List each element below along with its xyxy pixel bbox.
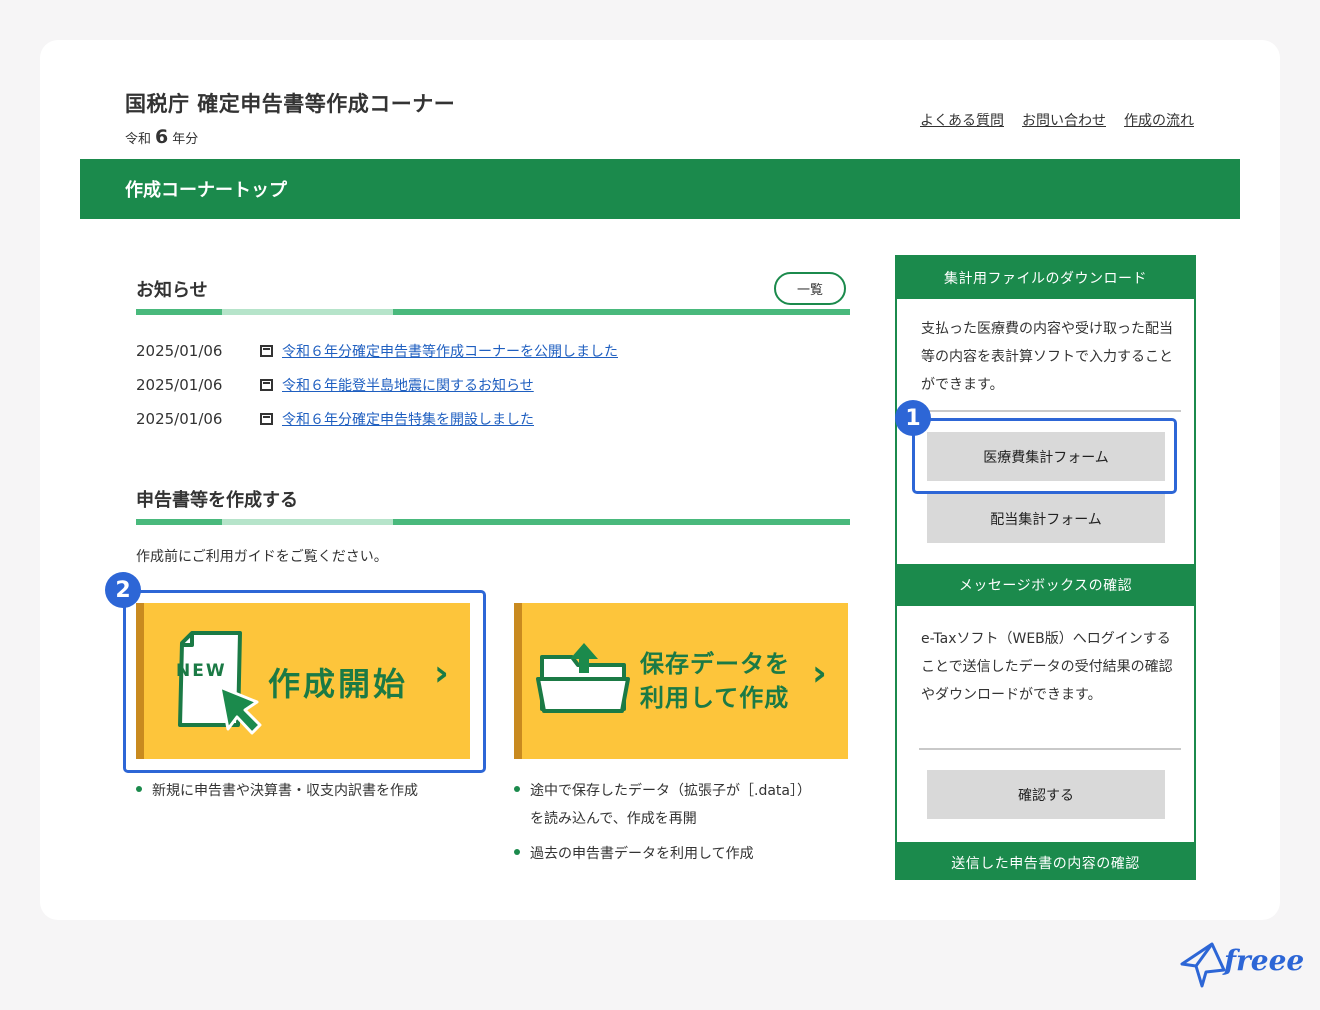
sidebar-divider	[919, 748, 1181, 750]
site-title: 国税庁 確定申告書等作成コーナー	[125, 92, 456, 116]
highlight-box-1	[912, 418, 1177, 494]
sidebar-divider	[919, 410, 1181, 412]
sent-returns-header[interactable]: 送信した申告書の内容の確認	[897, 842, 1194, 878]
save-note-text: 途中で保存したデータ（拡張子が［.data］）	[530, 783, 811, 799]
create-title: 申告書等を作成する	[136, 490, 298, 511]
bullet-icon	[514, 849, 520, 855]
download-description: 支払った医療費の内容や受け取った配当等の内容を表計算ソフトで入力することができま…	[921, 321, 1173, 393]
window-icon	[260, 345, 273, 357]
tax-year-era: 令和	[125, 132, 152, 147]
guide-text: 作成前にご利用ガイドをご覧ください。	[136, 549, 388, 565]
window-icon	[260, 413, 273, 425]
highlight-box-2	[123, 590, 486, 773]
freee-wordmark: freee	[1224, 944, 1305, 977]
step-badge-1: 1	[895, 400, 931, 436]
flow-link[interactable]: 作成の流れ	[1124, 110, 1194, 130]
use-saved-data-label-line: 利用して作成	[640, 684, 790, 712]
news-item: 2025/01/06 令和６年能登半島地震に関するお知らせ	[136, 368, 618, 402]
news-date: 2025/01/06	[136, 410, 223, 428]
news-date: 2025/01/06	[136, 342, 223, 360]
save-note-continued: を読み込んで、作成を再開	[530, 808, 697, 828]
save-note: 途中で保存したデータ（拡張子が［.data］）	[514, 780, 811, 800]
create-divider	[136, 519, 850, 525]
tax-year: 令和 6 年分	[125, 126, 198, 148]
contact-link[interactable]: お問い合わせ	[1022, 110, 1106, 130]
news-date: 2025/01/06	[136, 376, 223, 394]
download-header: 集計用ファイルのダウンロード	[897, 257, 1194, 299]
bullet-icon	[514, 786, 520, 792]
save-note-text: 過去の申告書データを利用して作成	[530, 846, 754, 862]
sidebar: 集計用ファイルのダウンロード 支払った医療費の内容や受け取った配当等の内容を表計…	[895, 255, 1196, 880]
news-link[interactable]: 令和６年分確定申告特集を開設しました	[282, 409, 534, 429]
paper-plane-icon	[1180, 942, 1226, 988]
use-saved-data-label-line: 保存データを	[640, 650, 790, 678]
use-saved-data-button[interactable]: 保存データを 利用して作成 ›	[514, 603, 848, 759]
save-note: 過去の申告書データを利用して作成	[514, 843, 754, 863]
step-badge-2: 2	[105, 572, 141, 608]
chevron-right-icon: ›	[812, 653, 827, 694]
news-item: 2025/01/06 令和６年分確定申告特集を開設しました	[136, 402, 618, 436]
faq-link[interactable]: よくある質問	[920, 110, 1004, 130]
new-note: 新規に申告書や決算書・収支内訳書を作成	[136, 780, 418, 800]
new-note-text: 新規に申告書や決算書・収支内訳書を作成	[152, 783, 418, 799]
bullet-icon	[136, 786, 142, 792]
window-icon	[260, 379, 273, 391]
news-list-button[interactable]: 一覧	[774, 272, 846, 305]
news-list: 2025/01/06 令和６年分確定申告書等作成コーナーを公開しました 2025…	[136, 334, 618, 436]
news-divider	[136, 309, 850, 315]
news-link[interactable]: 令和６年能登半島地震に関するお知らせ	[282, 375, 534, 395]
main-card: 国税庁 確定申告書等作成コーナー 令和 6 年分 よくある質問 お問い合わせ 作成の…	[40, 40, 1280, 920]
news-link[interactable]: 令和６年分確定申告書等作成コーナーを公開しました	[282, 341, 618, 361]
nav-bar: 作成コーナートップ	[80, 159, 1240, 219]
tax-year-number: 6	[155, 126, 169, 148]
message-box-header: メッセージボックスの確認	[897, 564, 1194, 606]
freee-logo: freee	[1180, 940, 1304, 990]
header-links: よくある質問 お問い合わせ 作成の流れ	[920, 110, 1194, 130]
news-title: お知らせ	[136, 280, 208, 301]
use-saved-data-label: 保存データを 利用して作成	[640, 647, 790, 715]
confirm-button[interactable]: 確認する	[927, 770, 1165, 819]
nav-top-link[interactable]: 作成コーナートップ	[125, 176, 287, 202]
dividend-form-button[interactable]: 配当集計フォーム	[927, 494, 1165, 543]
folder-upload-icon	[536, 643, 630, 713]
tax-year-suffix: 年分	[172, 132, 199, 147]
save-note-text: を読み込んで、作成を再開	[530, 811, 697, 827]
news-item: 2025/01/06 令和６年分確定申告書等作成コーナーを公開しました	[136, 334, 618, 368]
message-box-description: e-Taxソフト（WEB版）へログインすることで送信したデータの受付結果の確認や…	[921, 631, 1173, 703]
